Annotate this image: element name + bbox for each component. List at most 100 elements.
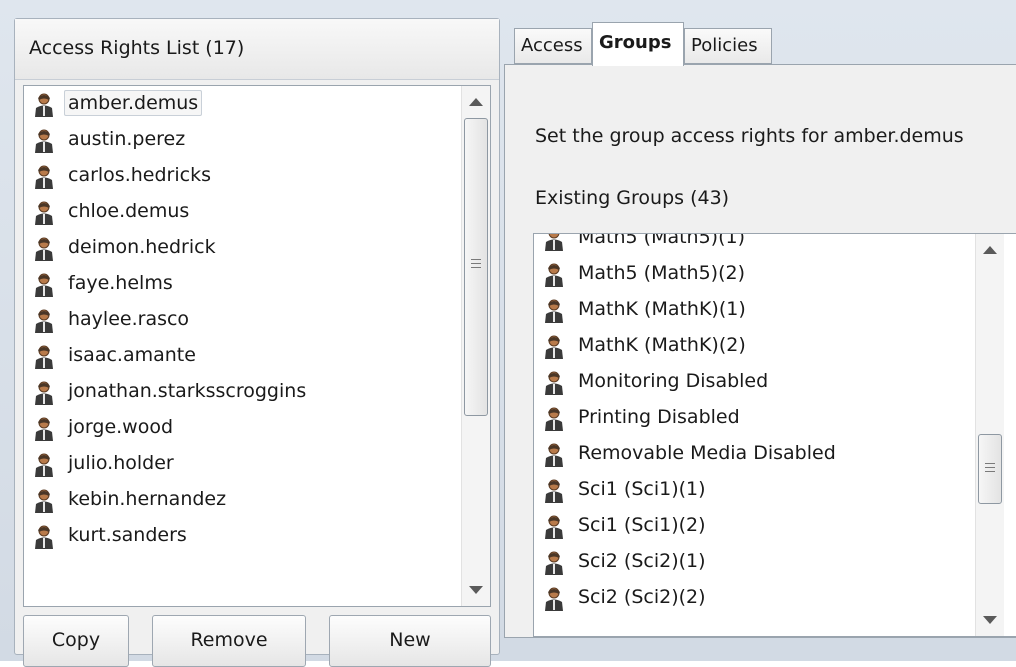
user-list-item[interactable]: deimon.hedrick xyxy=(24,230,460,266)
user-list-item-label: isaac.amante xyxy=(68,344,196,366)
user-icon xyxy=(544,479,564,503)
group-list-item[interactable]: Math5 (Math5)(1) xyxy=(534,233,974,256)
group-list-item[interactable]: Monitoring Disabled xyxy=(534,364,974,400)
user-list-item-label: chloe.demus xyxy=(68,200,190,222)
group-list[interactable]: Math5 (Math5)(1) Math5 (Math5)(2) MathK (M… xyxy=(533,233,1016,637)
scroll-up-arrow-icon[interactable] xyxy=(983,246,997,254)
user-list-item-label: jorge.wood xyxy=(68,416,174,438)
user-list-item-label: haylee.rasco xyxy=(68,308,190,330)
group-list-item-label: MathK (MathK)(2) xyxy=(578,334,746,356)
user-list-item-label: julio.holder xyxy=(68,452,174,474)
user-icon xyxy=(34,129,54,153)
user-icon xyxy=(544,234,564,251)
user-list-item[interactable]: carlos.hedricks xyxy=(24,158,460,194)
user-icon xyxy=(34,273,54,297)
existing-groups-label: Existing Groups (43) xyxy=(535,187,730,209)
grip-line xyxy=(471,263,481,264)
group-list-item-label: Removable Media Disabled xyxy=(578,442,836,464)
user-list-item-label: carlos.hedricks xyxy=(68,164,211,186)
user-list-item[interactable]: julio.holder xyxy=(24,446,460,482)
access-rights-header: Access Rights List (17) xyxy=(15,19,499,80)
user-list-scrollbar[interactable] xyxy=(461,86,490,606)
user-icon xyxy=(34,309,54,333)
tab-policies[interactable]: Policies xyxy=(684,28,772,64)
group-list-rows: Math5 (Math5)(1) Math5 (Math5)(2) MathK (M… xyxy=(534,233,974,616)
group-list-item[interactable]: Printing Disabled xyxy=(534,400,974,436)
user-icon xyxy=(544,263,564,287)
grip-line xyxy=(985,471,995,472)
user-list-item-label: kurt.sanders xyxy=(68,524,187,546)
user-icon xyxy=(34,489,54,513)
user-icon xyxy=(34,453,54,477)
user-list-item[interactable]: jorge.wood xyxy=(24,410,460,446)
user-list-item-label: kebin.hernandez xyxy=(68,488,227,510)
access-rights-panel: Access Rights List (17) amber.demus austi… xyxy=(14,18,500,667)
user-list-item[interactable]: chloe.demus xyxy=(24,194,460,230)
user-icon xyxy=(544,443,564,467)
group-list-item[interactable]: Sci1 (Sci1)(2) xyxy=(534,508,974,544)
group-rights-description: Set the group access rights for amber.de… xyxy=(535,125,964,147)
group-list-item-label: Sci2 (Sci2)(2) xyxy=(578,586,706,608)
group-list-item[interactable]: MathK (MathK)(2) xyxy=(534,328,974,364)
grip-line xyxy=(471,267,481,268)
user-list-item-label: austin.perez xyxy=(68,128,186,150)
user-icon xyxy=(34,201,54,225)
user-list-item[interactable]: jonathan.starksscroggins xyxy=(24,374,460,410)
group-list-item-label: Sci2 (Sci2)(1) xyxy=(578,550,706,572)
group-list-item-label: Monitoring Disabled xyxy=(578,370,769,392)
rights-detail-panel: Set the group access rights for amber.de… xyxy=(504,18,1016,638)
group-list-item[interactable]: Math5 (Math5)(2) xyxy=(534,256,974,292)
group-list-item[interactable]: Sci2 (Sci2)(2) xyxy=(534,580,974,616)
user-list-item-label: amber.demus xyxy=(64,90,203,116)
user-icon xyxy=(34,525,54,549)
scrollbar-thumb[interactable] xyxy=(978,434,1002,504)
user-list-item[interactable]: austin.perez xyxy=(24,122,460,158)
user-icon xyxy=(544,515,564,539)
user-list-item[interactable]: kebin.hernandez xyxy=(24,482,460,518)
user-icon xyxy=(34,165,54,189)
user-list-item[interactable]: isaac.amante xyxy=(24,338,460,374)
scroll-up-arrow-icon[interactable] xyxy=(469,98,483,106)
grip-line xyxy=(985,463,995,464)
user-list[interactable]: amber.demus austin.perez carlos.hedricks ch… xyxy=(23,85,491,607)
user-list-item[interactable]: faye.helms xyxy=(24,266,460,302)
group-list-item-label: Sci1 (Sci1)(2) xyxy=(578,514,706,536)
user-icon xyxy=(544,335,564,359)
user-icon xyxy=(34,93,54,117)
group-list-item-label: MathK (MathK)(1) xyxy=(578,298,746,320)
group-list-item-label: Printing Disabled xyxy=(578,406,740,428)
user-icon xyxy=(544,371,564,395)
scroll-down-arrow-icon[interactable] xyxy=(983,616,997,624)
group-list-item[interactable]: MathK (MathK)(1) xyxy=(534,292,974,328)
user-list-item-label: jonathan.starksscroggins xyxy=(68,380,307,402)
tab-access[interactable]: Access xyxy=(514,28,592,64)
group-list-item[interactable]: Sci2 (Sci2)(1) xyxy=(534,544,974,580)
user-icon xyxy=(544,551,564,575)
copy-button[interactable]: Copy xyxy=(23,615,129,667)
user-icon xyxy=(34,381,54,405)
user-list-item[interactable]: haylee.rasco xyxy=(24,302,460,338)
group-list-item-label: Sci1 (Sci1)(1) xyxy=(578,478,706,500)
group-list-item[interactable]: Sci1 (Sci1)(1) xyxy=(534,472,974,508)
grip-line xyxy=(985,467,995,468)
groups-tab-content: Set the group access rights for amber.de… xyxy=(504,64,1016,638)
scrollbar-thumb[interactable] xyxy=(464,118,488,416)
user-list-item[interactable]: amber.demus xyxy=(24,86,460,122)
group-list-item-label: Math5 (Math5)(1) xyxy=(578,233,746,248)
group-list-item[interactable]: Removable Media Disabled xyxy=(534,436,974,472)
user-list-item[interactable]: kurt.sanders xyxy=(24,518,460,554)
user-list-rows: amber.demus austin.perez carlos.hedricks ch… xyxy=(24,86,460,554)
scroll-down-arrow-icon[interactable] xyxy=(469,586,483,594)
new-button[interactable]: New xyxy=(329,615,491,667)
user-icon xyxy=(544,407,564,431)
user-icon xyxy=(544,299,564,323)
group-list-item-label: Math5 (Math5)(2) xyxy=(578,262,746,284)
user-icon xyxy=(544,587,564,611)
tab-groups[interactable]: Groups xyxy=(592,22,684,66)
remove-button[interactable]: Remove xyxy=(152,615,306,667)
group-list-scrollbar[interactable] xyxy=(975,234,1004,636)
user-icon xyxy=(34,345,54,369)
user-list-item-label: faye.helms xyxy=(68,272,173,294)
grip-line xyxy=(471,259,481,260)
access-rights-title: Access Rights List (17) xyxy=(29,37,245,59)
